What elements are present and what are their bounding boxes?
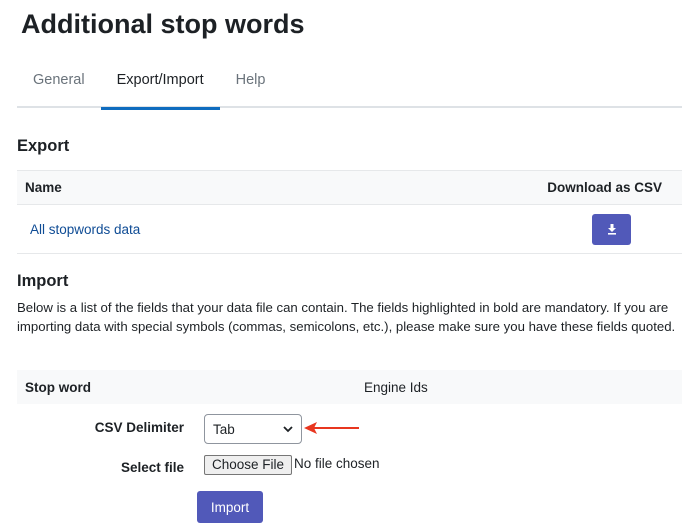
choose-file-button[interactable]: Choose File — [204, 455, 293, 475]
download-icon — [607, 223, 616, 235]
table-row: Stop word Engine Ids — [17, 370, 682, 404]
field-engine-ids: Engine Ids — [364, 379, 428, 395]
annotation-arrow-icon — [304, 422, 359, 434]
field-stop-word: Stop word — [25, 379, 91, 395]
all-stopwords-data-link[interactable]: All stopwords data — [30, 222, 140, 237]
table-row: All stopwords data — [17, 205, 682, 253]
column-header-download: Download as CSV — [547, 180, 662, 195]
import-description: Below is a list of the fields that your … — [17, 300, 676, 334]
tab-bar: General Export/Import Help — [17, 62, 682, 110]
import-fields-table: Stop word Engine Ids — [17, 370, 682, 404]
tab-general[interactable]: General — [17, 62, 101, 108]
column-header-name: Name — [25, 180, 62, 195]
file-status: No file chosen — [294, 456, 380, 471]
import-button[interactable]: Import — [197, 491, 263, 523]
page-title: Additional stop words — [21, 9, 305, 39]
download-csv-button[interactable] — [592, 213, 631, 245]
export-table: Name Download as CSV All stopwords data — [17, 170, 682, 254]
import-heading: Import — [17, 272, 69, 290]
tab-export-import[interactable]: Export/Import — [100, 62, 220, 110]
export-table-header: Name Download as CSV — [17, 171, 682, 205]
tab-help[interactable]: Help — [220, 62, 282, 108]
csv-delimiter-value: Tab — [213, 421, 235, 437]
export-heading: Export — [17, 137, 70, 155]
csv-delimiter-label: CSV Delimiter — [94, 420, 184, 435]
chevron-down-icon — [283, 425, 293, 432]
select-file-label: Select file — [120, 460, 184, 475]
csv-delimiter-select[interactable]: Tab — [204, 414, 302, 444]
